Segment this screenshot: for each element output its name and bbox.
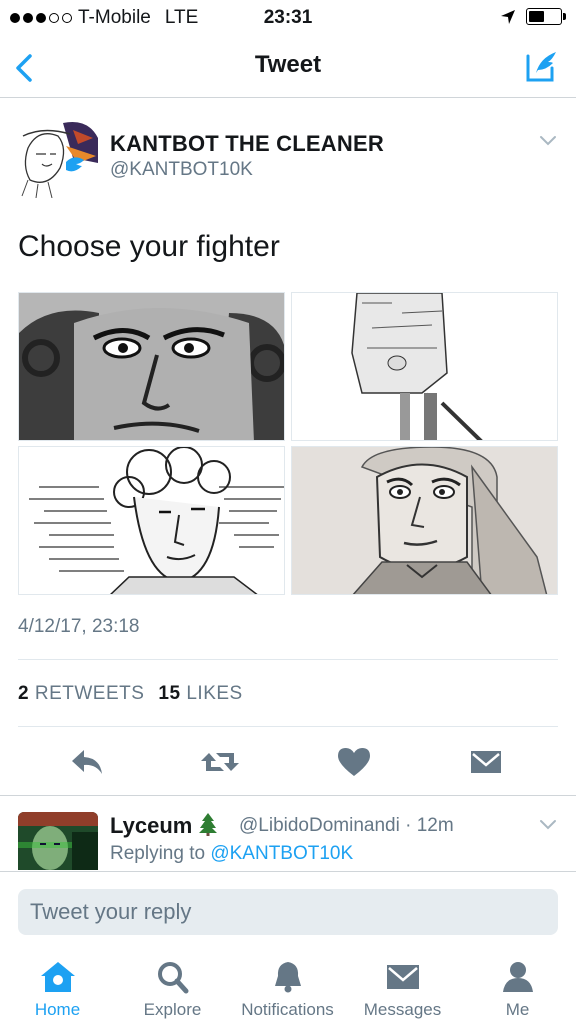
media-image-4[interactable] (291, 446, 558, 595)
tweet-timestamp: 4/12/17, 23:18 (18, 616, 140, 637)
tab-explore[interactable]: Explore (115, 960, 230, 1020)
likes-stat[interactable]: 15 LIKES (158, 683, 242, 704)
retweet-icon[interactable] (200, 744, 240, 780)
likes-label: LIKES (186, 683, 243, 704)
author-avatar[interactable] (18, 118, 98, 198)
envelope-icon (386, 965, 419, 989)
reply-author-handle[interactable]: @LibidoDominandi · 12m (239, 815, 454, 837)
status-right-group (500, 8, 566, 25)
search-icon (157, 962, 188, 994)
replying-to-handle[interactable]: @KANTBOT10K (210, 843, 353, 864)
tab-notifications[interactable]: Notifications (230, 960, 345, 1020)
home-icon (40, 962, 75, 992)
like-icon[interactable] (334, 744, 374, 780)
page-title: Tweet (254, 51, 322, 78)
media-image-2[interactable] (291, 292, 558, 441)
tab-explore-label: Explore (143, 1000, 202, 1019)
tweet-stats: 2 RETWEETS 15 LIKES (18, 683, 243, 705)
media-image-3[interactable] (18, 446, 285, 595)
tweet-media-grid (18, 292, 558, 595)
author-handle[interactable]: @KANTBOT10K (110, 159, 253, 181)
reply-author-avatar[interactable] (18, 812, 98, 870)
retweets-stat[interactable]: 2 RETWEETS (18, 683, 144, 704)
divider (18, 726, 558, 727)
tab-bar: Home Explore Notifications Messages Me (0, 946, 576, 1024)
chevron-down-icon[interactable] (538, 818, 558, 832)
divider (18, 659, 558, 660)
location-arrow-icon (501, 9, 515, 24)
author-name[interactable]: KANTBOT THE CLEANER (110, 131, 384, 157)
section-separator (0, 795, 576, 796)
reply-composer (0, 871, 576, 946)
replying-to-prefix: Replying to (110, 843, 206, 864)
christmas-tree-icon (199, 813, 218, 836)
retweets-count: 2 (18, 683, 30, 704)
tweet-actions (0, 740, 576, 786)
tab-home[interactable]: Home (0, 960, 115, 1020)
likes-count: 15 (158, 683, 181, 704)
media-image-1[interactable] (18, 292, 285, 441)
tab-me[interactable]: Me (460, 960, 575, 1020)
tab-notifications-label: Notifications (241, 1000, 334, 1019)
bell-icon (274, 962, 301, 993)
status-time: 23:31 (263, 7, 313, 28)
reply-icon[interactable] (68, 744, 108, 780)
reply-author-name-text: Lyceum (110, 813, 193, 838)
compose-tweet-icon[interactable] (522, 46, 562, 86)
replying-to: Replying to @KANTBOT10K (110, 843, 353, 865)
tab-home-label: Home (34, 1000, 81, 1019)
navigation-bar: Tweet (0, 40, 576, 98)
status-bar: T-Mobile LTE 23:31 (0, 0, 576, 40)
battery-icon (526, 8, 566, 25)
tab-messages-label: Messages (363, 1000, 442, 1019)
person-icon (502, 962, 533, 992)
tab-messages[interactable]: Messages (345, 960, 460, 1020)
tweet-text: Choose your fighter (18, 230, 280, 263)
chevron-down-icon[interactable] (538, 134, 558, 148)
direct-message-icon[interactable] (466, 744, 506, 780)
retweets-label: RETWEETS (34, 683, 145, 704)
tab-me-label: Me (505, 1000, 530, 1019)
reply-input[interactable] (18, 889, 558, 935)
reply-author-name[interactable]: Lyceum (110, 812, 218, 839)
